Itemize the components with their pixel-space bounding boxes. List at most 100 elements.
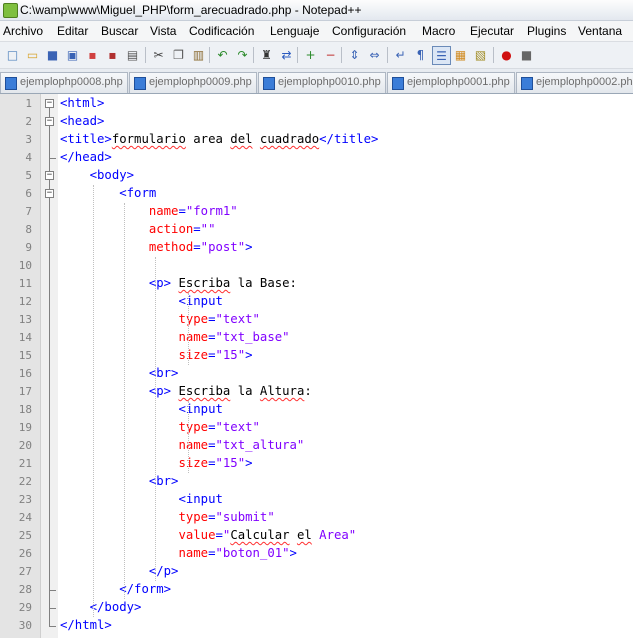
- token-val: "submit": [215, 510, 275, 524]
- tab-label: ejemplophp0009.php: [149, 76, 252, 88]
- token-tag: =: [208, 330, 216, 344]
- replace-icon[interactable]: ⇄: [278, 46, 295, 63]
- close-icon[interactable]: ▪: [84, 46, 101, 63]
- fold-toggle-icon[interactable]: −: [45, 189, 54, 198]
- open-file-icon[interactable]: ▭: [24, 46, 41, 63]
- token-tag: =: [208, 438, 216, 452]
- toolbar-separator: [341, 47, 342, 63]
- code-line[interactable]: 19 type="text": [0, 419, 633, 437]
- code-line[interactable]: 28 </form>: [0, 581, 633, 599]
- line-number: 28: [18, 583, 32, 596]
- token-tag: =: [208, 348, 216, 362]
- fold-guide-line: [49, 329, 50, 347]
- code-line[interactable]: 25 value="Calcular el Area": [0, 527, 633, 545]
- fold-toggle-icon[interactable]: −: [45, 99, 54, 108]
- token-val: "": [200, 222, 216, 236]
- code-line[interactable]: 15 size="15">: [0, 347, 633, 365]
- code-line[interactable]: 29 </body>: [0, 599, 633, 617]
- menu-archivo[interactable]: Archivo: [3, 24, 43, 38]
- code-line[interactable]: 3 <title>formulario area del cuadrado</ti…: [0, 131, 633, 149]
- code-line[interactable]: 16 <br>: [0, 365, 633, 383]
- cut-icon[interactable]: ✂: [150, 46, 167, 63]
- find-icon[interactable]: ♜: [258, 46, 275, 63]
- code-line[interactable]: 18 <input: [0, 401, 633, 419]
- code-line[interactable]: 6 − <form: [0, 185, 633, 203]
- code-line[interactable]: 12 <input: [0, 293, 633, 311]
- token-val: "text": [215, 420, 260, 434]
- fold-guide-line: [49, 275, 50, 293]
- tab-ejemplophp0009[interactable]: ejemplophp0009.php: [129, 72, 257, 93]
- menu-editar[interactable]: Editar: [57, 24, 88, 38]
- toolbar-separator: [209, 47, 210, 63]
- code-line[interactable]: 9 method="post">: [0, 239, 633, 257]
- menu-ventana[interactable]: Ventana: [578, 24, 622, 38]
- code-editor[interactable]: 1− <html> 2− <head> 3 <title>formulario area …: [0, 94, 633, 638]
- redo-icon[interactable]: ↷: [234, 46, 251, 63]
- tab-ejemplophp0010[interactable]: ejemplophp0010.php: [258, 72, 386, 93]
- menu-buscar[interactable]: Buscar: [101, 24, 138, 38]
- fold-guide-line: [49, 257, 50, 275]
- save-icon[interactable]: ■: [44, 46, 61, 63]
- fold-toggle-icon[interactable]: −: [45, 171, 54, 180]
- code-line[interactable]: 8 action="": [0, 221, 633, 239]
- doc-map-icon[interactable]: ▧: [472, 46, 489, 63]
- menu-lenguaje[interactable]: Lenguaje: [270, 24, 319, 38]
- tab-ejemplophp0001[interactable]: ejemplophp0001.php: [387, 72, 515, 93]
- fold-toggle-icon[interactable]: −: [45, 117, 54, 126]
- tab-ejemplophp0002[interactable]: ejemplophp0002.php: [516, 72, 633, 93]
- new-file-icon[interactable]: □: [4, 46, 21, 63]
- code-line[interactable]: 23 <input: [0, 491, 633, 509]
- token-tag: <head>: [60, 114, 105, 128]
- code-line[interactable]: 26 name="boton_01">: [0, 545, 633, 563]
- code-line[interactable]: 22 <br>: [0, 473, 633, 491]
- indent-guide-icon[interactable]: ☰: [432, 46, 451, 65]
- menu-vista[interactable]: Vista: [150, 24, 176, 38]
- code-line[interactable]: 5 − <body>: [0, 167, 633, 185]
- code-line[interactable]: 11 <p> Escriba la Base:: [0, 275, 633, 293]
- print-icon[interactable]: ▤: [124, 46, 141, 63]
- code-line[interactable]: 24 type="submit": [0, 509, 633, 527]
- indent-guide: [93, 185, 94, 617]
- code-line[interactable]: 14 name="txt_base": [0, 329, 633, 347]
- user-language-icon[interactable]: ▦: [452, 46, 469, 63]
- sync-horizontal-icon[interactable]: ⇔: [366, 46, 383, 63]
- close-all-icon[interactable]: ▪: [104, 46, 121, 63]
- menu-ejecutar[interactable]: Ejecutar: [470, 24, 514, 38]
- undo-icon[interactable]: ↶: [214, 46, 231, 63]
- code-line[interactable]: 7 name="form1": [0, 203, 633, 221]
- menu-macro[interactable]: Macro: [422, 24, 455, 38]
- zoom-out-icon[interactable]: −: [322, 46, 339, 63]
- zoom-in-icon[interactable]: +: [302, 46, 319, 63]
- sync-vertical-icon[interactable]: ⇕: [346, 46, 363, 63]
- word-wrap-icon[interactable]: ↵: [392, 46, 409, 63]
- toolbar: □ ▭ ■ ▣ ▪ ▪ ▤ ✂ ❐ ▥ ↶ ↷ ♜ ⇄ + − ⇕ ⇔ ↵ ¶ ☰ ▦ ▧ ● ■: [0, 42, 633, 69]
- code-line[interactable]: 4 </head>: [0, 149, 633, 167]
- tab-ejemplophp0008[interactable]: ejemplophp0008.php: [0, 72, 128, 93]
- code-line[interactable]: 17 <p> Escriba la Altura:: [0, 383, 633, 401]
- paste-icon[interactable]: ▥: [190, 46, 207, 63]
- code-line[interactable]: 2 − <head>: [0, 113, 633, 131]
- code-line[interactable]: 13 type="text": [0, 311, 633, 329]
- menu-configuracin[interactable]: Configuración: [332, 24, 406, 38]
- code-line[interactable]: 30 </html>: [0, 617, 633, 635]
- token-attr: size: [178, 348, 209, 362]
- code-line[interactable]: 21 size="15">: [0, 455, 633, 473]
- line-number: 1: [25, 97, 32, 110]
- code-line[interactable]: 27 </p>: [0, 563, 633, 581]
- menu-codificacin[interactable]: Codificación: [189, 24, 254, 38]
- show-all-chars-icon[interactable]: ¶: [412, 46, 429, 63]
- record-macro-icon[interactable]: ●: [498, 46, 515, 63]
- save-all-icon[interactable]: ▣: [64, 46, 81, 63]
- menu-plugins[interactable]: Plugins: [527, 24, 566, 38]
- copy-icon[interactable]: ❐: [170, 46, 187, 63]
- code-line[interactable]: 10: [0, 257, 633, 275]
- stop-record-icon[interactable]: ■: [518, 46, 535, 63]
- token-tag: =: [208, 420, 216, 434]
- code-text: size="15">: [60, 456, 252, 470]
- code-line[interactable]: 20 name="txt_altura": [0, 437, 633, 455]
- code-line[interactable]: 1 − <html>: [0, 95, 633, 113]
